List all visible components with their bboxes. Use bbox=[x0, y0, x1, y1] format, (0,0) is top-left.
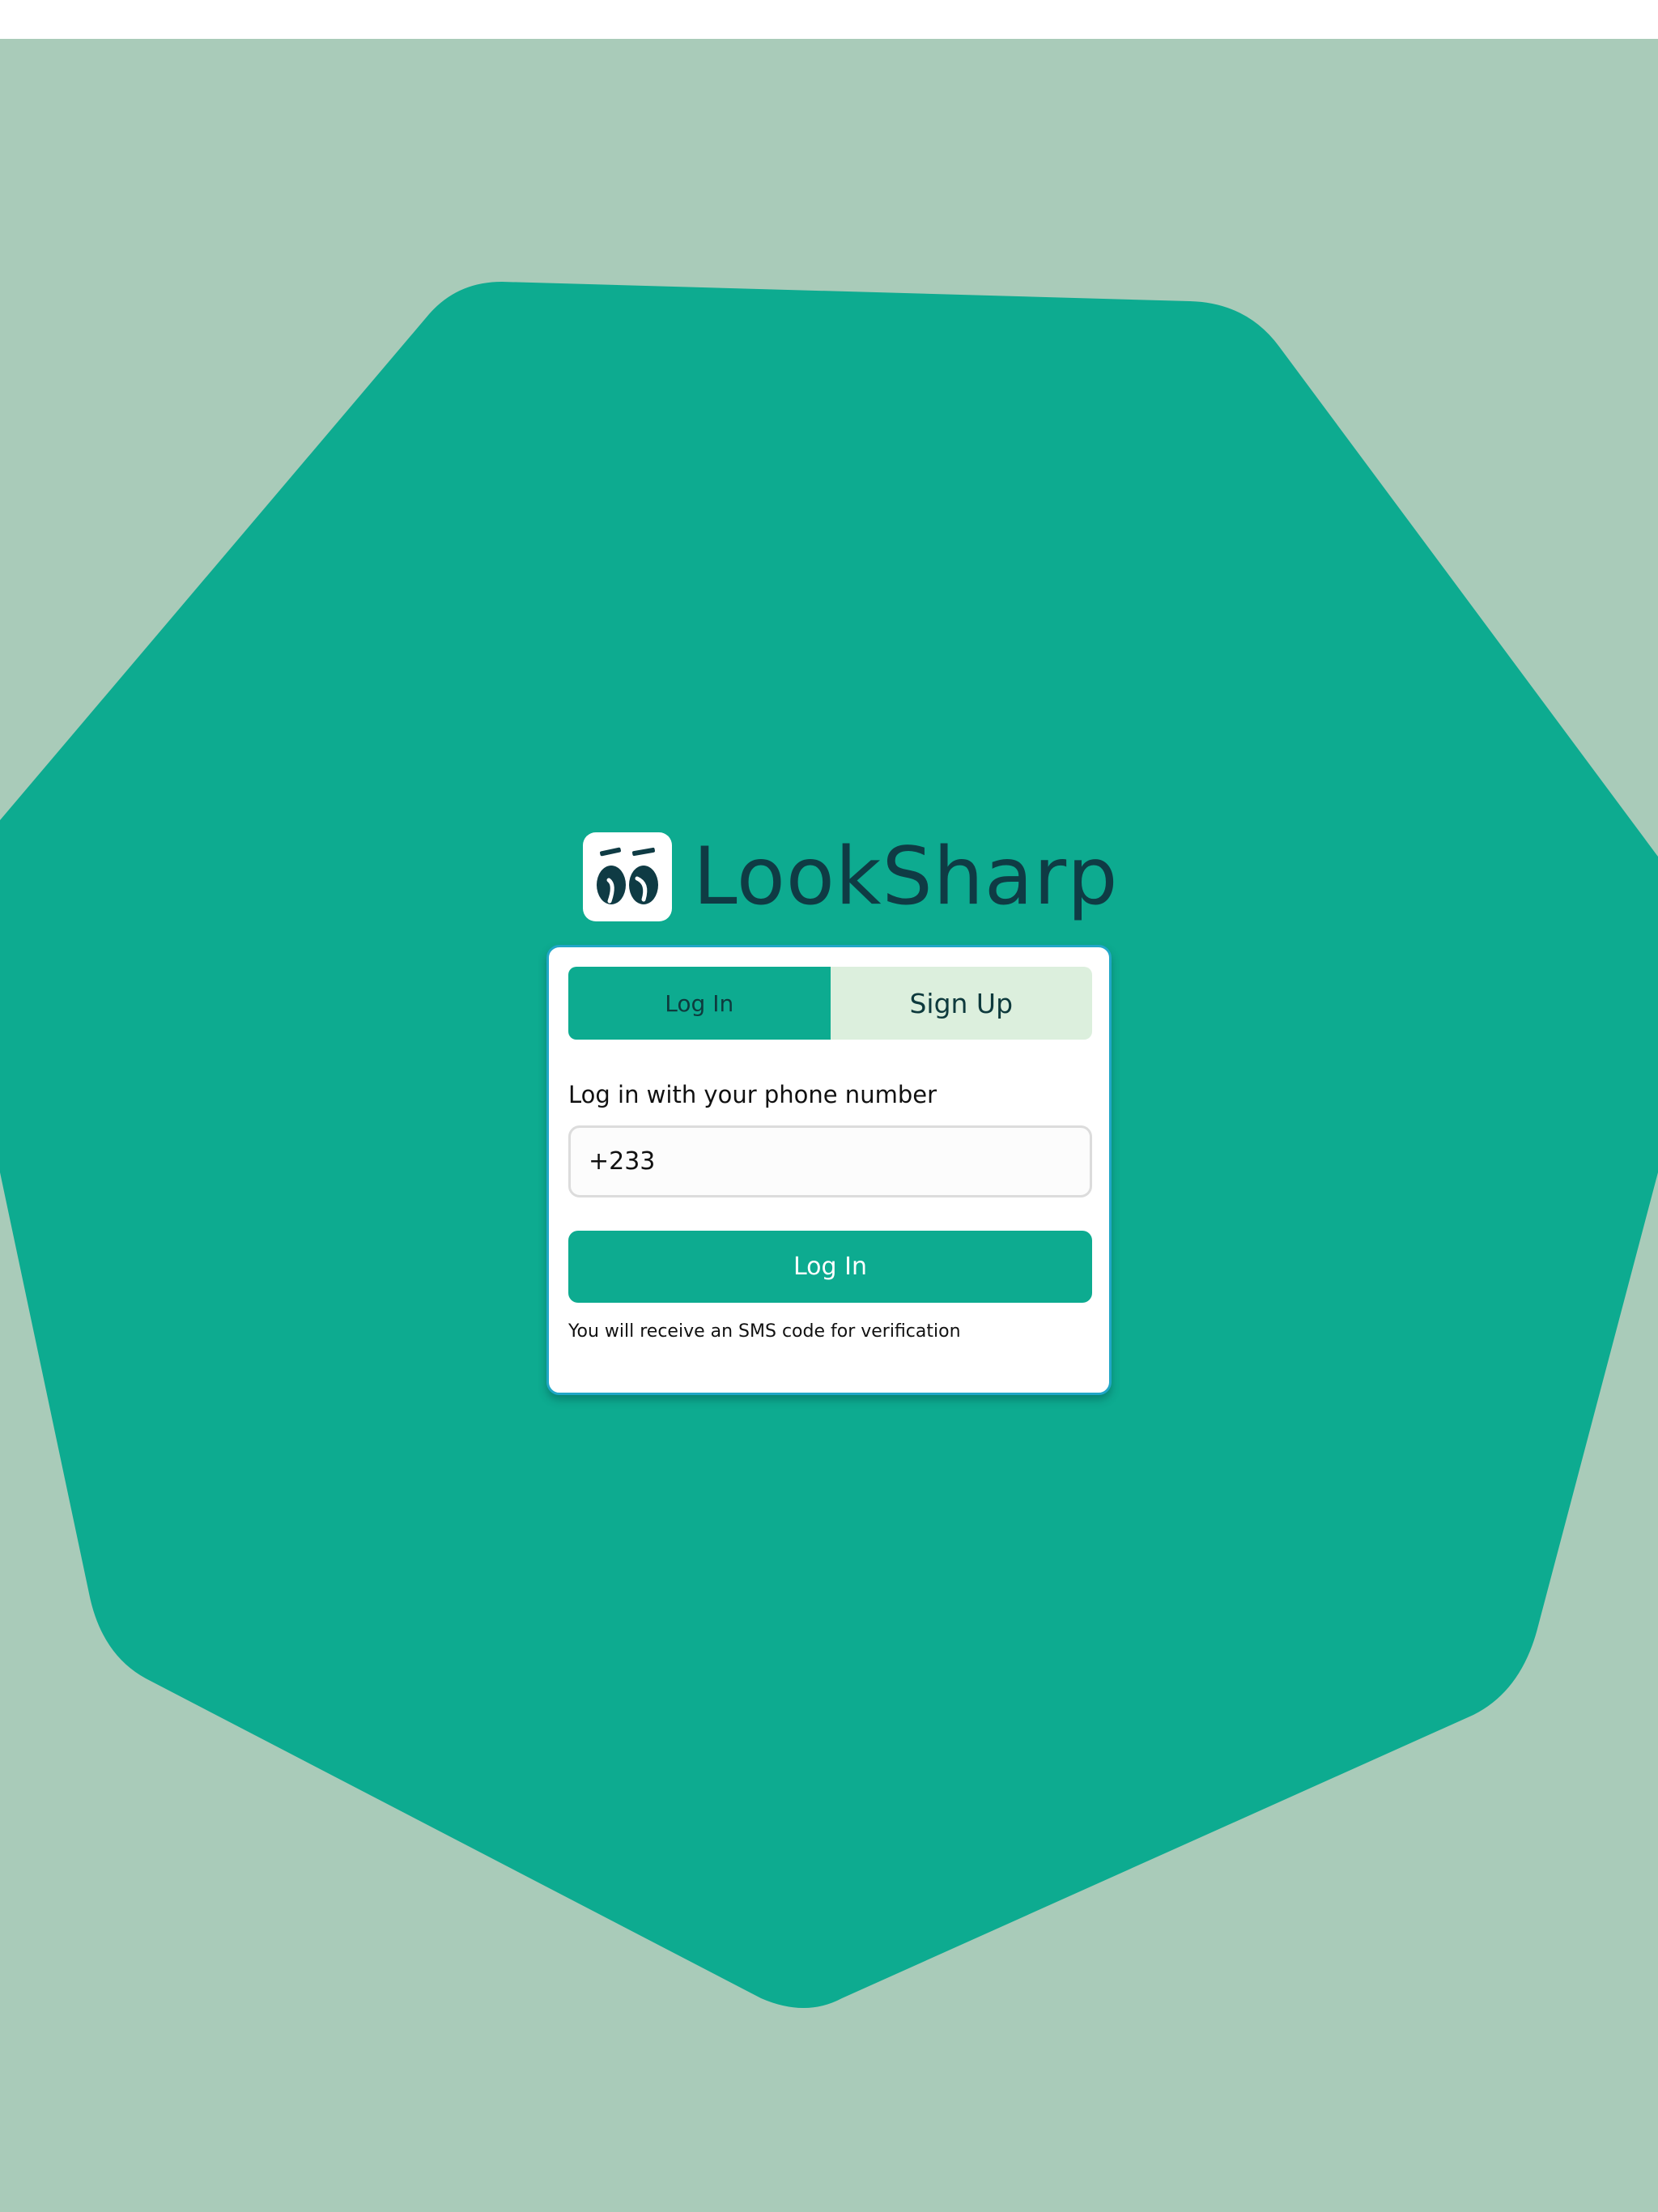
auth-tabs: Log In Sign Up bbox=[568, 967, 1092, 1040]
brand-name: LookSharp bbox=[693, 831, 1119, 923]
login-button[interactable]: Log In bbox=[568, 1231, 1092, 1303]
tab-signup[interactable]: Sign Up bbox=[830, 967, 1092, 1040]
tab-login[interactable]: Log In bbox=[568, 967, 831, 1040]
brand-header: LookSharp bbox=[583, 832, 1118, 922]
sms-hint: You will receive an SMS code for verific… bbox=[568, 1321, 961, 1342]
phone-input[interactable] bbox=[568, 1125, 1092, 1197]
eyes-logo-icon bbox=[583, 832, 672, 921]
login-card: Log In Sign Up Log in with your phone nu… bbox=[546, 945, 1112, 1395]
form-prompt: Log in with your phone number bbox=[568, 1081, 937, 1108]
